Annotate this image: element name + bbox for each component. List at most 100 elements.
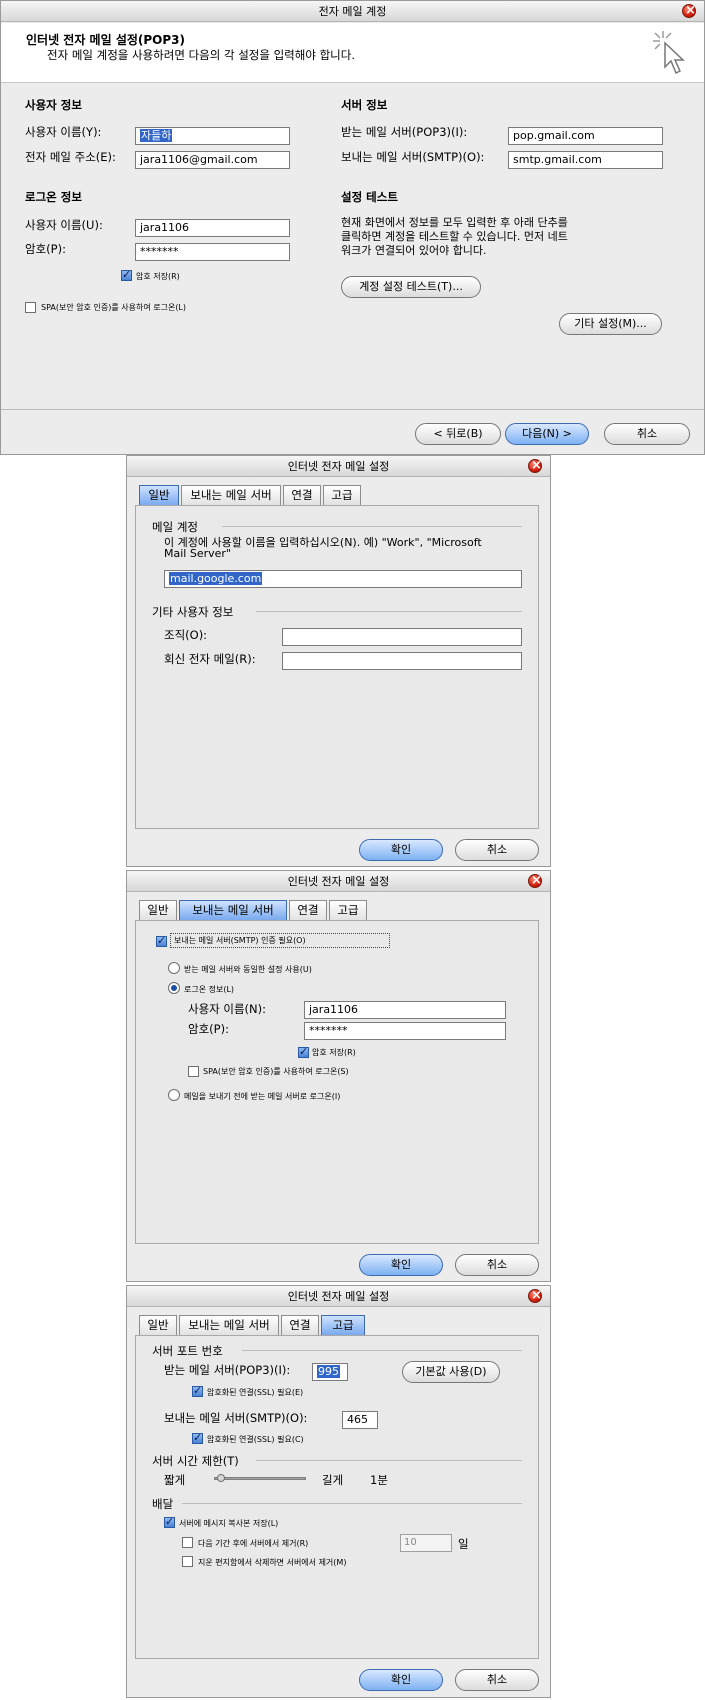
user-info-heading: 사용자 정보 bbox=[25, 98, 82, 112]
back-button[interactable]: < 뒤로(B) bbox=[415, 423, 501, 445]
email-label: 전자 메일 주소(E): bbox=[25, 150, 116, 164]
tab-advanced[interactable]: 고급 bbox=[321, 1315, 365, 1335]
tab-bar: 일반 보내는 메일 서버 연결 고급 bbox=[139, 900, 539, 920]
outgoing-server-label: 보내는 메일 서버(SMTP)(O): bbox=[341, 150, 485, 164]
spa-label: SPA(보안 암호 인증)를 사용하여 로그온(L) bbox=[41, 303, 187, 312]
incoming-port-input[interactable]: 995 bbox=[312, 1363, 348, 1381]
wizard-header: 인터넷 전자 메일 설정(POP3) 전자 메일 계정을 사용하려면 다음의 각… bbox=[1, 23, 704, 83]
footer-divider bbox=[1, 409, 704, 410]
tab-outgoing-server[interactable]: 보내는 메일 서버 bbox=[179, 900, 287, 920]
port-heading: 서버 포트 번호 bbox=[152, 1344, 223, 1358]
use-defaults-button[interactable]: 기본값 사용(D) bbox=[402, 1361, 500, 1383]
close-icon[interactable] bbox=[528, 870, 542, 891]
smtp-auth-checkbox[interactable] bbox=[156, 934, 167, 947]
close-icon[interactable] bbox=[528, 1285, 542, 1306]
tab-advanced[interactable]: 고급 bbox=[323, 485, 361, 505]
window-title: 전자 메일 계정 bbox=[318, 5, 387, 18]
group-divider bbox=[256, 611, 522, 612]
ok-button[interactable]: 확인 bbox=[359, 1254, 443, 1276]
outgoing-port-input[interactable]: 465 bbox=[342, 1411, 378, 1429]
delivery-heading: 배달 bbox=[152, 1497, 174, 1511]
login-before-send-radio[interactable] bbox=[168, 1089, 180, 1101]
cancel-button[interactable]: 취소 bbox=[455, 1669, 539, 1691]
save-password-label: 암호 저장(R) bbox=[312, 1048, 356, 1057]
user-input[interactable]: jara1106 bbox=[304, 1001, 506, 1019]
next-button[interactable]: 다음(N) > bbox=[505, 423, 589, 445]
server-info-heading: 서버 정보 bbox=[341, 98, 388, 112]
login-user-input[interactable]: jara1106 bbox=[135, 219, 290, 237]
account-desc-2: Mail Server" bbox=[164, 547, 231, 560]
more-settings-button[interactable]: 기타 설정(M)... bbox=[559, 313, 662, 335]
timeout-slider-track[interactable] bbox=[214, 1477, 306, 1480]
spa-checkbox[interactable] bbox=[188, 1066, 199, 1077]
timeout-value: 1분 bbox=[370, 1473, 388, 1487]
tab-outgoing-server[interactable]: 보내는 메일 서버 bbox=[181, 485, 281, 505]
same-settings-label: 받는 메일 서버와 동일한 설정 사용(U) bbox=[184, 965, 312, 974]
spa-checkbox[interactable] bbox=[25, 302, 36, 313]
timeout-heading: 서버 시간 제한(T) bbox=[152, 1454, 239, 1468]
tab-general[interactable]: 일반 bbox=[139, 1315, 177, 1335]
save-password-checkbox[interactable] bbox=[121, 268, 132, 281]
tab-connection[interactable]: 연결 bbox=[289, 900, 327, 920]
name-value: 자들하 bbox=[140, 129, 173, 142]
days-spinner[interactable]: 10 bbox=[400, 1534, 452, 1552]
group-divider bbox=[222, 526, 522, 527]
cancel-button[interactable]: 취소 bbox=[604, 423, 690, 445]
outgoing-server-dialog: 인터넷 전자 메일 설정 일반 보내는 메일 서버 연결 고급 보내는 메일 서… bbox=[126, 870, 551, 1282]
reply-email-input[interactable] bbox=[282, 652, 522, 670]
save-password-label: 암호 저장(R) bbox=[136, 272, 180, 281]
title-bar: 전자 메일 계정 bbox=[1, 0, 704, 22]
incoming-server-input[interactable]: pop.gmail.com bbox=[508, 127, 663, 145]
cancel-button[interactable]: 취소 bbox=[455, 839, 539, 861]
keep-copy-checkbox[interactable] bbox=[164, 1515, 175, 1528]
header-title: 인터넷 전자 메일 설정(POP3) bbox=[26, 33, 186, 47]
ok-button[interactable]: 확인 bbox=[359, 1669, 443, 1691]
spa-label: SPA(보안 암호 인증)를 사용하여 로그온(S) bbox=[203, 1067, 349, 1076]
password-input[interactable]: ******* bbox=[304, 1022, 506, 1040]
tab-outgoing-server[interactable]: 보내는 메일 서버 bbox=[179, 1315, 279, 1335]
smtp-auth-label[interactable]: 보내는 메일 서버(SMTP) 인증 필요(O) bbox=[170, 933, 390, 948]
login-user-label: 사용자 이름(U): bbox=[25, 218, 103, 232]
close-icon[interactable] bbox=[682, 0, 696, 21]
login-before-send-label: 메일을 보내기 전에 받는 메일 서버로 로그온(I) bbox=[184, 1092, 341, 1101]
dialog-title: 인터넷 전자 메일 설정 bbox=[287, 1290, 390, 1303]
ok-button[interactable]: 확인 bbox=[359, 839, 443, 861]
remove-deleted-checkbox[interactable] bbox=[182, 1556, 193, 1567]
tab-connection[interactable]: 연결 bbox=[283, 485, 321, 505]
incoming-server-label: 받는 메일 서버(POP3)(I): bbox=[341, 125, 468, 139]
cancel-button[interactable]: 취소 bbox=[455, 1254, 539, 1276]
close-icon[interactable] bbox=[528, 455, 542, 476]
ssl-outgoing-checkbox[interactable] bbox=[192, 1431, 203, 1444]
tab-general[interactable]: 일반 bbox=[139, 485, 179, 505]
header-subtitle: 전자 메일 계정을 사용하려면 다음의 각 설정을 입력해야 합니다. bbox=[47, 48, 355, 62]
tab-connection[interactable]: 연결 bbox=[281, 1315, 319, 1335]
ssl-incoming-checkbox[interactable] bbox=[192, 1384, 203, 1397]
organization-input[interactable] bbox=[282, 628, 522, 646]
test-account-button[interactable]: 계정 설정 테스트(T)... bbox=[341, 276, 481, 298]
remove-deleted-label: 지운 편지함에서 삭제하면 서버에서 제거(M) bbox=[198, 1558, 347, 1567]
title-bar: 인터넷 전자 메일 설정 bbox=[127, 1285, 550, 1307]
email-input[interactable]: jara1106@gmail.com bbox=[135, 151, 290, 169]
group-divider bbox=[242, 1350, 522, 1351]
account-wizard-window: 전자 메일 계정 인터넷 전자 메일 설정(POP3) 전자 메일 계정을 사용… bbox=[0, 0, 705, 455]
name-input[interactable]: 자들하 bbox=[135, 127, 290, 145]
account-name-input[interactable]: mail.google.com bbox=[164, 570, 522, 588]
timeout-slider-thumb[interactable] bbox=[217, 1474, 225, 1482]
outgoing-server-input[interactable]: smtp.gmail.com bbox=[508, 151, 663, 169]
tab-advanced[interactable]: 고급 bbox=[329, 900, 367, 920]
name-label: 사용자 이름(Y): bbox=[25, 125, 102, 139]
title-bar: 인터넷 전자 메일 설정 bbox=[127, 870, 550, 892]
password-input[interactable]: ******* bbox=[135, 243, 290, 261]
tab-bar: 일반 보내는 메일 서버 연결 고급 bbox=[139, 1315, 539, 1335]
tab-general[interactable]: 일반 bbox=[139, 900, 177, 920]
dialog-title: 인터넷 전자 메일 설정 bbox=[287, 875, 390, 888]
save-password-checkbox[interactable] bbox=[298, 1045, 309, 1058]
organization-label: 조직(O): bbox=[164, 628, 208, 642]
login-info-radio[interactable] bbox=[168, 982, 180, 994]
same-settings-radio[interactable] bbox=[168, 962, 180, 974]
login-info-label: 로그온 정보(L) bbox=[184, 985, 235, 994]
password-label: 암호(P): bbox=[188, 1022, 229, 1036]
remove-after-checkbox[interactable] bbox=[182, 1537, 193, 1548]
cursor-sparkle-icon bbox=[653, 31, 685, 75]
timeout-long-label: 길게 bbox=[322, 1473, 344, 1487]
